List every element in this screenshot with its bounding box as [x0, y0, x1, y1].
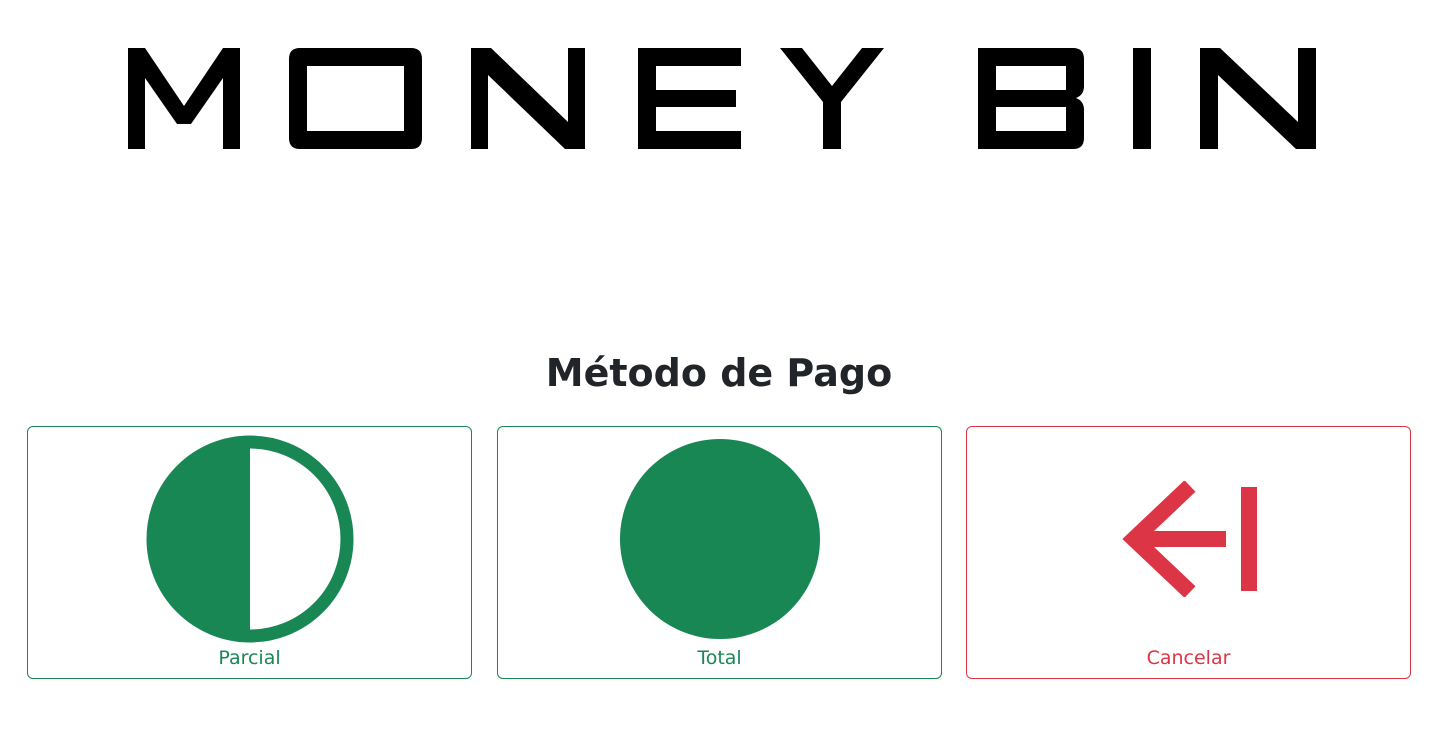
cancel-button[interactable]: Cancelar	[966, 426, 1411, 679]
partial-payment-button[interactable]: Parcial	[27, 426, 472, 679]
page-title: Método de Pago	[545, 351, 893, 395]
cancel-label: Cancelar	[1146, 647, 1231, 669]
total-payment-button[interactable]: Total	[497, 426, 942, 679]
total-payment-label: Total	[697, 647, 742, 669]
partial-payment-label: Parcial	[218, 647, 281, 669]
arrow-left-bar-icon	[1121, 481, 1257, 597]
full-circle-icon	[619, 439, 820, 639]
money-bin-logo	[128, 48, 1318, 150]
half-circle-icon	[146, 435, 353, 643]
